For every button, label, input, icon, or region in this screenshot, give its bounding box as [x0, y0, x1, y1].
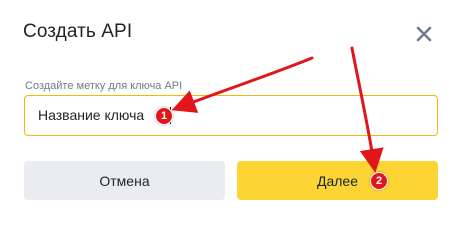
api-key-label-caption: Создайте метку для ключа API [25, 80, 183, 92]
next-button-label: Далее [316, 172, 358, 189]
step-badge-1: 1 [155, 107, 173, 125]
api-key-label-input[interactable]: Название ключа [24, 95, 438, 136]
cancel-button[interactable]: Отмена [24, 161, 225, 200]
close-button[interactable] [413, 23, 435, 45]
create-api-dialog: Создать API Создайте метку для ключа API… [0, 0, 462, 224]
api-key-label-input-value: Название ключа [38, 107, 145, 123]
close-icon [416, 26, 432, 42]
dialog-title: Создать API [23, 21, 133, 42]
step-badge-2: 2 [370, 172, 388, 190]
cancel-button-label: Отмена [99, 172, 150, 189]
next-button[interactable]: Далее [237, 161, 438, 200]
